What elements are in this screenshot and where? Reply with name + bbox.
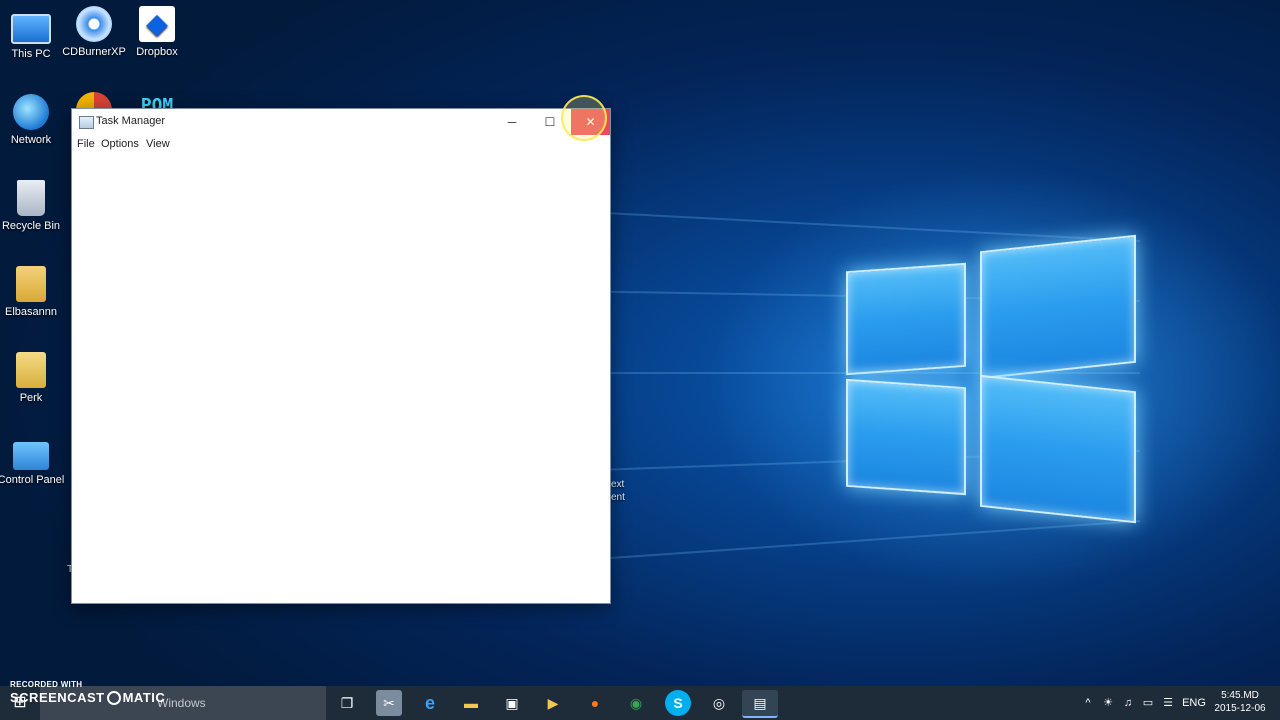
file-explorer-icon[interactable]: ▬ [458,690,484,716]
desktop-icon-label: Control Panel [0,474,65,486]
window-content [72,155,610,603]
watermark-brand-left: SCREENCAST [10,690,105,705]
title-bar[interactable]: Task Manager ─ ☐ ✕ [72,109,610,135]
desktop-icon-label: Dropbox [136,46,178,58]
folder-icon [16,352,46,388]
media-player-icon[interactable]: ▶ [540,690,566,716]
menu-bar: File Options View [72,135,610,155]
partial-desktop-label: ext [611,479,625,490]
desktop-icon-label: Network [10,134,52,146]
cd-icon[interactable]: ◎ [706,690,732,716]
clock-time: 5:45.MD [1221,690,1259,701]
language-indicator[interactable]: ENG [1181,686,1207,720]
task-manager-window[interactable]: Task Manager ─ ☐ ✕ File Options View [71,108,611,604]
desktop-icon-label: Elbasannn [5,306,57,318]
clock-date: 2015-12-06 [1214,703,1266,714]
task-view-icon[interactable]: ❐ [334,690,360,716]
desktop-icon-control-panel[interactable]: Control Panel [0,438,66,486]
control-panel-icon [13,442,49,470]
window-title: Task Manager [96,115,166,127]
computer-icon [11,14,51,44]
logo-pane [980,234,1136,380]
watermark-brand: SCREENCAST MATIC [10,690,165,706]
chrome-icon[interactable]: ◉ [623,690,649,716]
windows-logo [840,225,1140,525]
watermark-caption: RECORDED WITH [10,680,83,689]
logo-pane [980,374,1136,524]
logo-pane [846,378,966,496]
desktop-icon-label: CDBurnerXP [62,46,126,58]
store-icon[interactable]: ▣ [499,690,525,716]
desktop-icon-perk[interactable]: Perk [0,352,66,404]
record-icon [106,690,121,705]
desktop-icon-dropbox[interactable]: Dropbox [122,6,192,58]
user-folder-icon [16,266,46,302]
firefox-icon[interactable]: ● [582,690,608,716]
network-tray-icon[interactable]: ☀ [1100,686,1116,720]
display-icon[interactable]: ▭ [1140,686,1156,720]
desktop-icon-this-pc[interactable]: This PC [0,8,66,60]
recycle-bin-icon [17,180,45,216]
watermark-brand-right: MATIC [122,690,166,705]
desktop-icon-cdburnerxp[interactable]: CDBurnerXP [59,6,129,58]
skype-icon[interactable]: S [665,690,691,716]
light-beam [601,520,1141,560]
desktop-icon-label: Perk [19,392,43,404]
desktop-icon-network[interactable]: Network [0,94,66,146]
desktop-icon-recycle-bin[interactable]: Recycle Bin [0,180,66,232]
task-manager-icon[interactable]: ▤ [742,690,778,718]
menu-file[interactable]: File [77,138,95,150]
task-manager-icon [79,116,94,129]
taskbar: ⊞ Windows ❐ ✂ e ▬ ▣ ▶ ● ◉ S ◎ ▤ ^ ☀ ♫ ▭ … [0,686,1280,720]
edge-icon[interactable]: e [417,690,443,716]
menu-options[interactable]: Options [101,138,139,150]
network-icon [13,94,49,130]
disc-burner-icon [76,6,112,42]
system-clock[interactable]: 5:45.MD 2015-12-06 [1210,689,1270,715]
volume-icon[interactable]: ♫ [1120,686,1136,720]
minimize-button[interactable]: ─ [493,109,531,135]
menu-view[interactable]: View [146,138,170,150]
sniping-icon[interactable]: ✂ [376,690,402,716]
recording-watermark: RECORDED WITH SCREENCAST MATIC [10,680,165,706]
desktop-icon-label: This PC [11,48,51,60]
desktop-icon-elbasannn[interactable]: Elbasannn [0,266,66,318]
dropbox-icon [139,6,175,42]
logo-pane [846,262,966,376]
notification-icon[interactable]: ☰ [1160,686,1176,720]
desktop-icon-label: Recycle Bin [1,220,61,232]
click-highlight [561,95,607,141]
partial-desktop-label: ent [611,492,625,503]
tray-chevron-icon[interactable]: ^ [1080,686,1096,720]
